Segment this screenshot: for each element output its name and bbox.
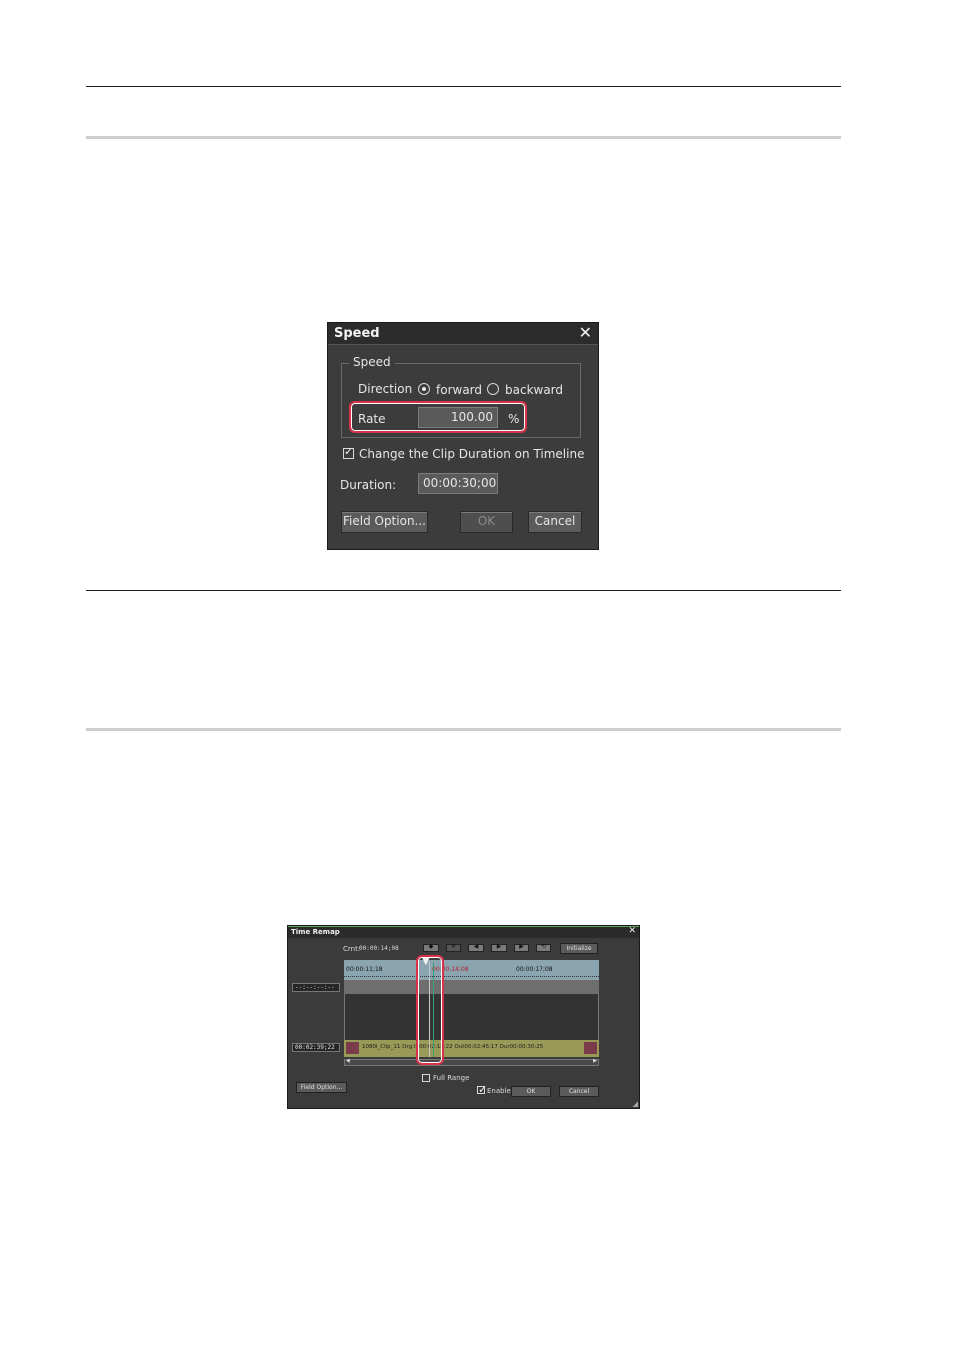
clip-thumbnail-end	[584, 1042, 597, 1054]
resize-grip-icon[interactable]: ◢	[633, 1100, 638, 1108]
field-option-button[interactable]: Field Option...	[341, 511, 428, 533]
enable-checkbox[interactable]	[477, 1083, 487, 1096]
enable-label[interactable]: Enable	[487, 1087, 511, 1095]
keyframe-track[interactable]	[344, 980, 599, 994]
next-icon: ▶	[496, 943, 502, 950]
delete-keyframe-button[interactable]: ✕	[446, 943, 461, 952]
radio-forward[interactable]	[418, 383, 430, 395]
horizontal-scrollbar[interactable]: ◀ ▶	[344, 1058, 599, 1066]
change-duration-checkbox[interactable]	[343, 445, 354, 459]
loop-icon: ⟲	[540, 943, 547, 950]
ok-button[interactable]: OK	[460, 511, 513, 533]
section-rule-top	[86, 86, 841, 87]
play-icon: ▶	[519, 943, 524, 950]
play-button[interactable]: ▶	[514, 943, 529, 952]
timeline-area[interactable]	[344, 994, 599, 1040]
crnt-value: 00:00:14;08	[359, 945, 399, 952]
prev-keyframe-button[interactable]: ◀	[468, 943, 484, 952]
clip-label: 1080i_Clip_11 Org:In00:02:15;22 Out00:02…	[362, 1044, 544, 1050]
playhead-highlight-frame	[416, 955, 444, 1065]
prev-icon: ◀	[473, 943, 479, 950]
time-remap-dialog: Time Remap ✕ Crnt: 00:00:14;08 ◆ ✕ ◀ ▶ ▶…	[287, 925, 640, 1109]
keyframe-icon: ◆	[428, 943, 434, 950]
ruler-label-right: 00:00:17;08	[516, 966, 553, 973]
time-remap-title: Time Remap	[291, 928, 340, 936]
duration-label: Duration:	[340, 478, 397, 492]
loop-button[interactable]: ⟲	[536, 943, 551, 952]
time-remap-titlebar: Time Remap ✕	[288, 926, 639, 938]
radio-backward[interactable]	[487, 383, 499, 395]
ok-button[interactable]: OK	[511, 1086, 551, 1097]
full-range-label[interactable]: Full Range	[433, 1074, 469, 1082]
section-rule-grey-1	[86, 136, 841, 139]
full-range-checkbox[interactable]	[422, 1074, 430, 1082]
close-icon[interactable]: ✕	[628, 926, 636, 936]
delete-icon: ✕	[450, 943, 457, 950]
change-duration-label[interactable]: Change the Clip Duration on Timeline	[359, 447, 584, 461]
initialize-button[interactable]: Initialize	[560, 943, 598, 954]
speed-dialog: Speed ✕ Speed Direction forward backward…	[327, 322, 599, 550]
cancel-button[interactable]: Cancel	[528, 511, 582, 533]
crnt-label: Crnt:	[343, 945, 361, 953]
speed-dialog-title: Speed	[334, 326, 380, 341]
rate-highlight-frame	[349, 401, 527, 433]
scroll-right-icon[interactable]: ▶	[593, 1058, 597, 1064]
speed-group-label: Speed	[349, 355, 395, 369]
scroll-left-icon[interactable]: ◀	[346, 1058, 350, 1064]
clip-timecode: 00:02:39;22	[292, 1043, 340, 1052]
section-rule-middle	[86, 590, 841, 591]
radio-backward-label[interactable]: backward	[505, 383, 563, 397]
track-timecode: --:--:--:--	[292, 983, 340, 992]
ruler-label-left: 00:00:11;18	[346, 966, 383, 973]
time-ruler[interactable]: 00:00:11;18 00:00:14;08 00:00:17;08	[344, 960, 599, 980]
cancel-button[interactable]: Cancel	[559, 1086, 599, 1097]
section-rule-grey-2	[86, 728, 841, 731]
direction-label: Direction	[358, 382, 413, 396]
radio-forward-label[interactable]: forward	[436, 383, 482, 397]
next-keyframe-button[interactable]: ▶	[491, 943, 507, 952]
clip-bar[interactable]: 1080i_Clip_11 Org:In00:02:15;22 Out00:02…	[344, 1040, 599, 1057]
duration-input[interactable]: 00:00:30;00	[418, 473, 498, 494]
close-icon[interactable]: ✕	[579, 323, 592, 342]
clip-thumbnail-start	[346, 1042, 359, 1054]
set-keyframe-button[interactable]: ◆	[423, 943, 439, 952]
speed-dialog-titlebar: Speed ✕	[328, 323, 598, 345]
field-option-button[interactable]: Field Option...	[296, 1082, 347, 1093]
